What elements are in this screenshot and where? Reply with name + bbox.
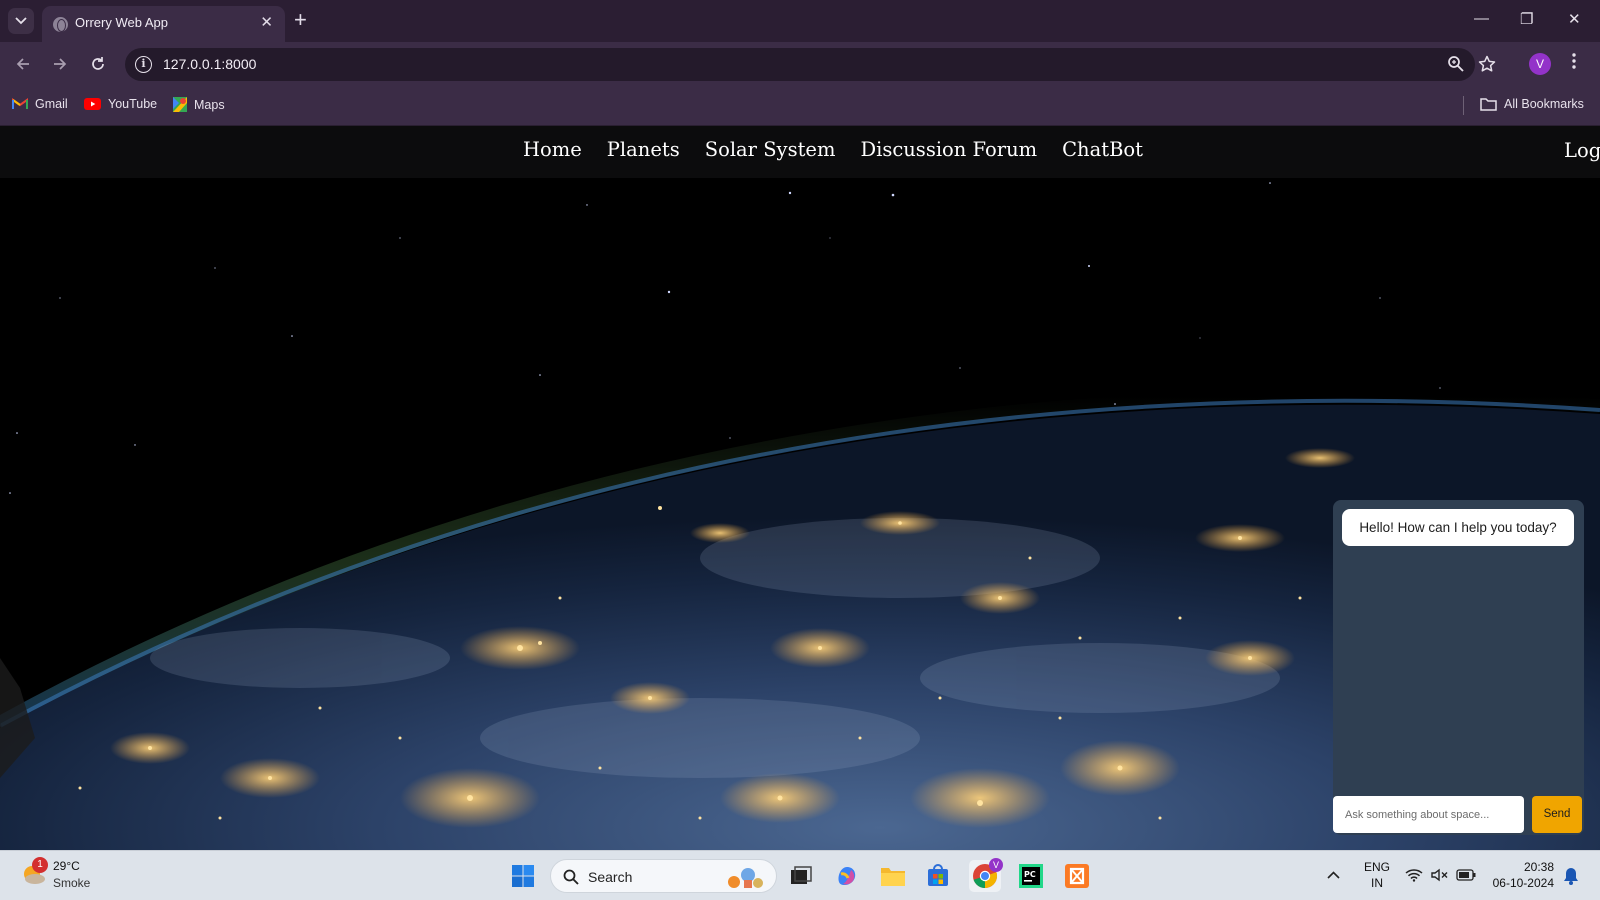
chatbot-send-button[interactable]: Send (1532, 796, 1582, 833)
task-view-button[interactable] (785, 860, 817, 892)
xampp-button[interactable] (1061, 860, 1093, 892)
clock-date: 06-10-2024 (1492, 876, 1554, 890)
store-icon (928, 864, 948, 886)
language-indicator[interactable]: ENG IN (1364, 859, 1390, 891)
tab-close-icon[interactable]: ✕ (260, 13, 273, 31)
region-code: IN (1371, 876, 1383, 890)
globe-icon (53, 17, 68, 32)
search-label: Search (588, 869, 633, 885)
bookmark-maps[interactable]: Maps (173, 97, 225, 112)
nav-chatbot[interactable]: ChatBot (1062, 138, 1143, 161)
browser-toolbar: i 127.0.0.1:8000 V (0, 42, 1600, 86)
new-tab-button[interactable]: + (294, 7, 307, 33)
folder-icon (881, 868, 905, 886)
gmail-icon (12, 98, 28, 109)
task-view-icon (791, 866, 812, 884)
chrome-taskbar-button[interactable]: V (969, 858, 1003, 892)
window-close-icon[interactable]: ✕ (1568, 10, 1581, 28)
nav-solar-system[interactable]: Solar System (705, 138, 836, 161)
tray-overflow-chevron-icon[interactable] (1327, 871, 1340, 879)
site-navbar: Home Planets Solar System Discussion For… (0, 126, 1600, 178)
forward-button[interactable] (47, 51, 73, 77)
microsoft-store-button[interactable] (922, 860, 954, 892)
volume-muted-icon[interactable] (1431, 868, 1449, 882)
clock[interactable]: 20:38 06-10-2024 (1490, 859, 1554, 891)
chrome-profile-badge: V (989, 858, 1003, 872)
profile-avatar[interactable]: V (1529, 53, 1551, 75)
copilot-button[interactable] (831, 860, 863, 892)
menu-kebab-icon[interactable] (1571, 51, 1577, 71)
chatbot-greeting-message: Hello! How can I help you today? (1342, 509, 1574, 546)
bookmarks-bar: Gmail YouTube Maps All Bookmarks (0, 86, 1600, 126)
back-button[interactable] (10, 51, 36, 77)
youtube-icon (84, 98, 101, 110)
maps-icon (173, 97, 187, 112)
chatbot-input[interactable] (1333, 796, 1524, 833)
address-bar[interactable]: i 127.0.0.1:8000 (125, 48, 1475, 81)
restore-icon[interactable]: ❐ (1520, 10, 1533, 28)
language-code: ENG (1364, 860, 1391, 874)
bookmark-youtube[interactable]: YouTube (84, 97, 157, 111)
search-highlight-icon (728, 868, 763, 888)
svg-text:PC: PC (1024, 870, 1036, 879)
bookmarks-divider (1463, 96, 1464, 115)
wifi-icon[interactable] (1405, 868, 1423, 882)
arrow-right-icon (54, 58, 67, 70)
pycharm-button[interactable]: PC (1015, 860, 1047, 892)
reload-button[interactable] (85, 51, 111, 77)
notification-bell-icon[interactable] (1563, 867, 1579, 885)
folder-icon (1480, 98, 1497, 111)
xampp-icon (1065, 864, 1089, 888)
tab-search-button[interactable] (8, 8, 34, 34)
bookmark-gmail[interactable]: Gmail (12, 97, 68, 111)
nav-login[interactable]: Log (1564, 139, 1600, 162)
minimize-icon[interactable]: — (1474, 10, 1489, 27)
weather-alert-badge: 1 (32, 857, 48, 873)
page-viewport: Home Planets Solar System Discussion For… (0, 126, 1600, 850)
file-explorer-button[interactable] (877, 860, 909, 892)
site-nav-links: Home Planets Solar System Discussion For… (523, 138, 1143, 161)
reload-icon (92, 57, 104, 70)
chevron-down-icon (15, 17, 27, 25)
browser-tab-strip: Orrery Web App ✕ + — ❐ ✕ (0, 0, 1600, 42)
clock-time: 20:38 (1523, 860, 1554, 874)
pycharm-icon: PC (1019, 864, 1043, 888)
zoom-icon[interactable] (1447, 55, 1465, 73)
bookmark-label: YouTube (108, 97, 158, 111)
taskbar-search[interactable]: Search (550, 859, 777, 893)
battery-icon[interactable] (1456, 869, 1476, 881)
all-bookmarks-label: All Bookmarks (1504, 97, 1584, 111)
windows-logo-icon (512, 865, 534, 887)
arrow-left-icon (16, 58, 29, 70)
windows-taskbar: 1 29°C Smoke Search V PC ENG IN 20:38 06… (0, 850, 1600, 900)
bookmark-label: Gmail (35, 97, 68, 111)
url-text[interactable]: 127.0.0.1:8000 (163, 56, 256, 72)
copilot-icon (838, 867, 856, 885)
search-icon (563, 869, 579, 885)
tab-title: Orrery Web App (75, 15, 168, 30)
bookmark-label: Maps (194, 97, 225, 112)
weather-temperature: 29°C (53, 859, 80, 873)
chatbot-panel: Hello! How can I help you today? (1333, 500, 1584, 835)
all-bookmarks-button[interactable]: All Bookmarks (1480, 97, 1584, 111)
nav-planets[interactable]: Planets (607, 138, 680, 161)
site-info-icon[interactable]: i (135, 56, 152, 73)
weather-condition: Smoke (53, 876, 91, 890)
nav-discussion-forum[interactable]: Discussion Forum (860, 138, 1037, 161)
browser-tab-active[interactable]: Orrery Web App ✕ (42, 6, 285, 42)
start-button[interactable] (507, 860, 539, 892)
nav-home[interactable]: Home (523, 138, 582, 161)
bookmark-star-icon[interactable] (1478, 55, 1496, 73)
